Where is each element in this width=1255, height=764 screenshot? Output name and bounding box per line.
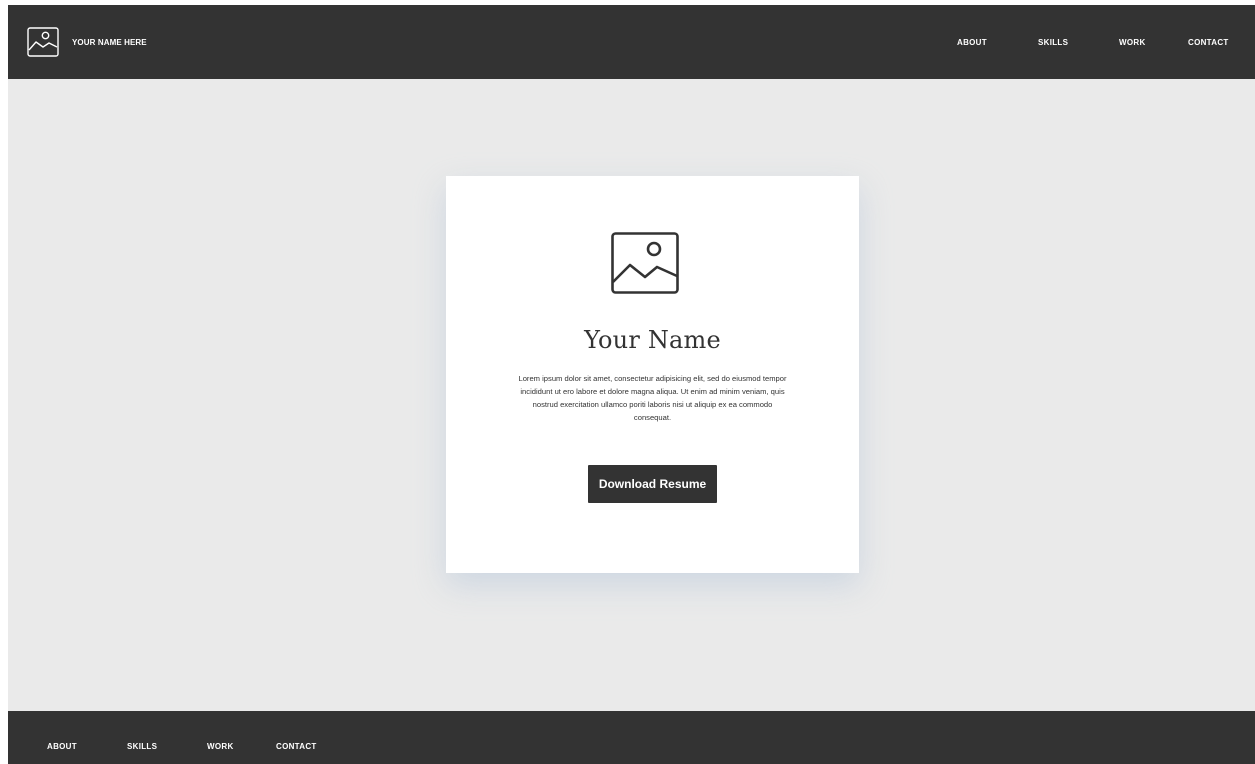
footer-nav-skills[interactable]: SKILLS [127,742,157,751]
nav-contact[interactable]: CONTACT [1188,38,1229,47]
top-nav: ABOUT SKILLS WORK CONTACT [8,38,1255,50]
image-icon [611,232,679,294]
download-resume-button[interactable]: Download Resume [588,465,717,503]
footer-nav-work[interactable]: WORK [207,742,234,751]
page-frame: YOUR NAME HERE ABOUT SKILLS WORK CONTACT… [8,5,1255,764]
footer-nav: ABOUT SKILLS WORK CONTACT [8,742,608,754]
footer-nav-about[interactable]: ABOUT [47,742,77,751]
nav-about[interactable]: ABOUT [957,38,987,47]
top-header: YOUR NAME HERE ABOUT SKILLS WORK CONTACT [8,5,1255,79]
profile-card: Your Name Lorem ipsum dolor sit amet, co… [446,176,859,573]
nav-skills[interactable]: SKILLS [1038,38,1068,47]
profile-description: Lorem ipsum dolor sit amet, consectetur … [518,374,787,422]
footer-nav-contact[interactable]: CONTACT [276,742,317,751]
footer: ABOUT SKILLS WORK CONTACT [8,711,1255,764]
profile-name: Your Name [584,326,721,354]
nav-work[interactable]: WORK [1119,38,1146,47]
